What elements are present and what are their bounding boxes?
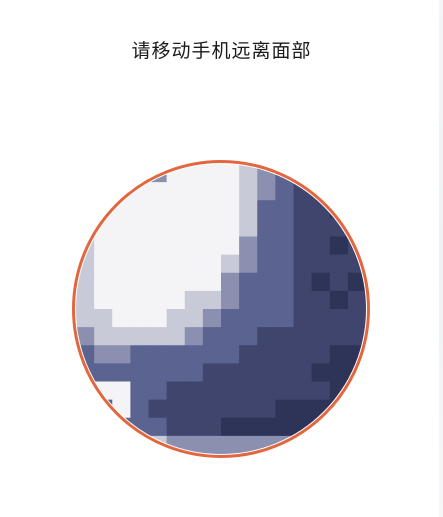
preview-pixel [130, 435, 150, 454]
preview-pixel [347, 200, 366, 219]
preview-pixel [94, 435, 113, 454]
camera-viewfinder [72, 160, 370, 458]
preview-pixel [112, 435, 131, 454]
preview-pixel [347, 182, 366, 201]
screen-edge [439, 0, 443, 517]
face-frame-ring [72, 160, 370, 458]
face-verification-screen: 请移动手机远离面部 [0, 0, 443, 517]
preview-pixel [329, 417, 349, 437]
preview-pixel [311, 435, 331, 454]
preview-pixel [347, 417, 366, 437]
preview-pixel [311, 164, 331, 183]
preview-pixel [94, 164, 113, 183]
preview-pixel [347, 164, 366, 183]
preview-pixel [347, 218, 366, 238]
instruction-text: 请移动手机远离面部 [131, 40, 312, 62]
preview-pixel [329, 182, 349, 201]
preview-pixel [347, 399, 366, 419]
preview-pixel [76, 200, 95, 219]
preview-pixel [112, 164, 131, 183]
preview-pixel [76, 417, 95, 437]
preview-pixel [76, 435, 95, 454]
preview-pixel [76, 164, 95, 183]
preview-pixel [347, 435, 366, 454]
preview-pixel [76, 182, 95, 201]
preview-pixel [347, 381, 366, 401]
preview-pixel [329, 164, 349, 183]
preview-pixel [94, 417, 113, 437]
preview-pixel [293, 435, 313, 454]
preview-pixel [329, 435, 349, 454]
preview-pixel [76, 399, 95, 419]
preview-pixel [94, 182, 113, 201]
